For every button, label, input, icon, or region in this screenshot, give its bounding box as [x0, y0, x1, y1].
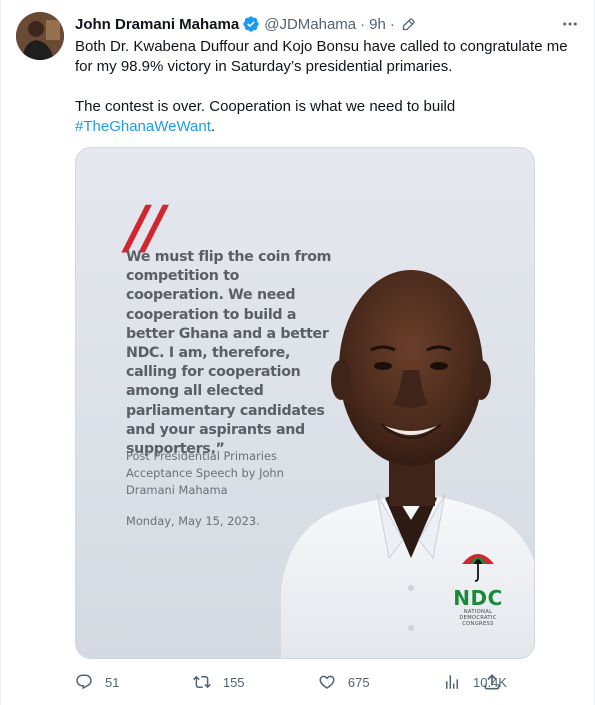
tweet-period: .	[210, 118, 216, 135]
tweet-paragraph-2-text: The contest is over. Cooperation is what…	[75, 98, 456, 115]
heart-icon	[319, 675, 335, 689]
like-button[interactable]: 675	[318, 673, 370, 691]
tweet-text: Both Dr. Kwabena Duffour and Kojo Bonsu …	[75, 37, 580, 137]
ndc-logo: NDC NATIONAL DEMOCRATIC CONGRESS	[438, 548, 518, 627]
like-count: 675	[347, 674, 370, 690]
retweet-count: 155	[222, 674, 245, 690]
retweet-button[interactable]: 155	[192, 673, 245, 691]
timestamp[interactable]: 9h	[369, 16, 386, 33]
separator-dot: ·	[360, 15, 366, 33]
hashtag-link[interactable]: #TheGhanaWeWant	[75, 118, 211, 135]
tweet-actions: 51 155 675 10.4K	[75, 670, 507, 694]
more-dots-icon[interactable]	[560, 14, 580, 34]
tweet-header: John Dramani Mahama @JDMahama · 9h ·	[75, 14, 416, 34]
reply-count: 51	[105, 674, 120, 690]
tweet-card[interactable]: John Dramani Mahama @JDMahama · 9h · Bot…	[0, 0, 595, 705]
share-button[interactable]	[482, 672, 502, 692]
reply-button[interactable]: 51	[75, 673, 119, 691]
share-icon	[484, 674, 500, 690]
tweet-paragraph-2: The contest is over. Cooperation is what…	[75, 97, 580, 137]
author-handle[interactable]: @JDMahama	[264, 16, 356, 33]
edit-pencil-icon[interactable]	[401, 17, 416, 32]
reply-icon	[76, 674, 92, 690]
ndc-logo-text: NDC	[453, 586, 503, 610]
views-chart-icon	[446, 675, 458, 689]
quote-date: Monday, May 15, 2023.	[126, 514, 260, 528]
separator-dot: ·	[389, 15, 395, 33]
retweet-icon	[192, 675, 211, 689]
ndc-logo-subtitle-3: CONGRESS	[462, 621, 494, 627]
verified-badge-icon[interactable]	[242, 15, 260, 33]
avatar[interactable]	[16, 12, 64, 60]
umbrella-icon	[462, 554, 494, 582]
author-name[interactable]: John Dramani Mahama	[75, 16, 239, 33]
tweet-media-image[interactable]: // We must flip the coin from competitio…	[75, 147, 535, 659]
tweet-paragraph-1: Both Dr. Kwabena Duffour and Kojo Bonsu …	[75, 38, 568, 75]
quote-mark: //	[126, 193, 164, 261]
